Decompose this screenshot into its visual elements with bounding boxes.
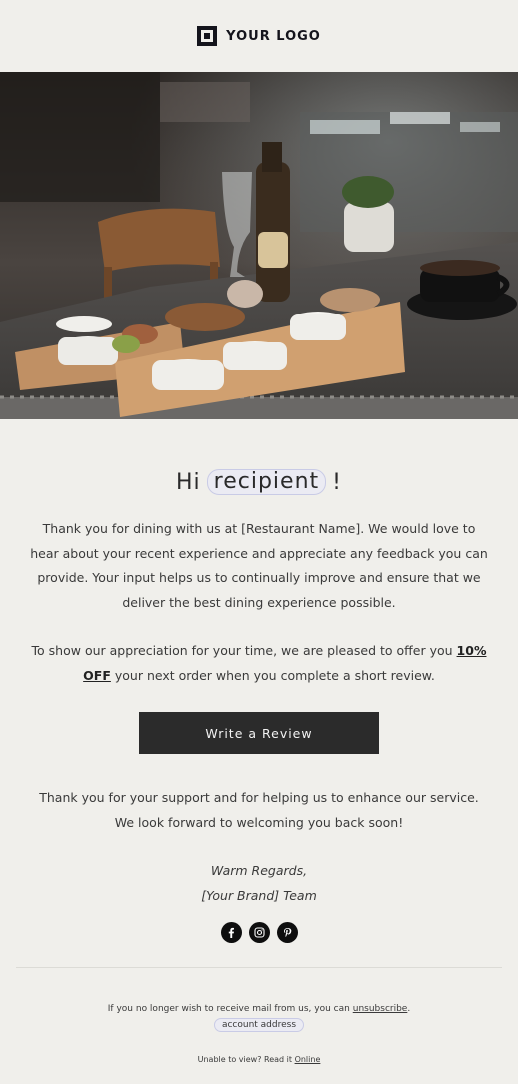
email-header: YOUR LOGO — [0, 0, 518, 72]
view-online-prefix: Unable to view? Read it — [197, 1055, 293, 1064]
logo-icon — [197, 26, 218, 46]
hero-image — [0, 72, 518, 419]
offer-text-after: your next order when you complete a shor… — [114, 667, 435, 683]
restaurant-table-photo-icon — [0, 72, 518, 419]
signature: Warm Regards, [Your Brand] Team — [30, 859, 488, 908]
signature-greeting: Warm Regards, — [210, 863, 308, 878]
thanks-paragraph: Thank you for your support and for helpi… — [39, 790, 479, 830]
view-online-link[interactable]: Online — [295, 1055, 321, 1064]
cta-container: Write a Review — [30, 712, 488, 754]
unsubscribe-link[interactable]: unsubscribe — [353, 1004, 408, 1014]
intro-paragraph: Thank you for dining with us at [Restaur… — [30, 521, 488, 610]
offer-paragraph: To show our appreciation for your time, … — [30, 639, 488, 688]
signature-team: [Your Brand] Team — [201, 887, 317, 903]
facebook-icon[interactable] — [220, 922, 242, 943]
email-preview: YOUR LOGO Hi recipient ! Thank you for d… — [0, 0, 518, 1084]
unsubscribe-line: If you no longer wish to receive mail fr… — [0, 1004, 518, 1014]
account-address-merge-tag[interactable]: account address — [213, 1018, 305, 1032]
footer-divider — [16, 967, 502, 968]
account-address-line: account address — [0, 1018, 518, 1032]
offer-text-before: To show our appreciation for your time, … — [31, 643, 453, 658]
social-links — [30, 922, 488, 943]
email-footer: If you no longer wish to receive mail fr… — [0, 1004, 518, 1064]
unsubscribe-suffix: . — [407, 1004, 411, 1014]
greeting-prefix: Hi — [176, 469, 201, 495]
instagram-icon[interactable] — [248, 922, 270, 943]
write-review-button[interactable]: Write a Review — [139, 712, 379, 754]
unsubscribe-prefix: If you no longer wish to receive mail fr… — [107, 1004, 350, 1014]
logo-text: YOUR LOGO — [226, 28, 321, 44]
greeting-suffix: ! — [332, 469, 342, 495]
view-online-line: Unable to view? Read it Online — [0, 1055, 518, 1064]
pinterest-icon[interactable] — [276, 922, 298, 943]
greeting-heading: Hi recipient ! — [30, 469, 488, 495]
recipient-merge-tag[interactable]: recipient — [206, 469, 327, 495]
email-body: Hi recipient ! Thank you for dining with… — [0, 469, 518, 943]
